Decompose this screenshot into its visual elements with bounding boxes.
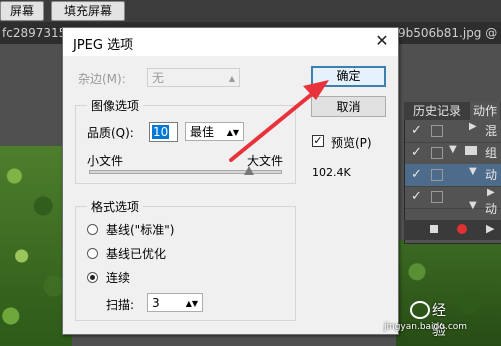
annotation-arrow <box>229 80 329 162</box>
arrow-shaft <box>229 92 314 162</box>
watermark-url: jingyan.baidu.com <box>384 322 468 332</box>
paw-logo-icon <box>410 301 430 319</box>
watermark-site: 经验 <box>432 303 446 339</box>
